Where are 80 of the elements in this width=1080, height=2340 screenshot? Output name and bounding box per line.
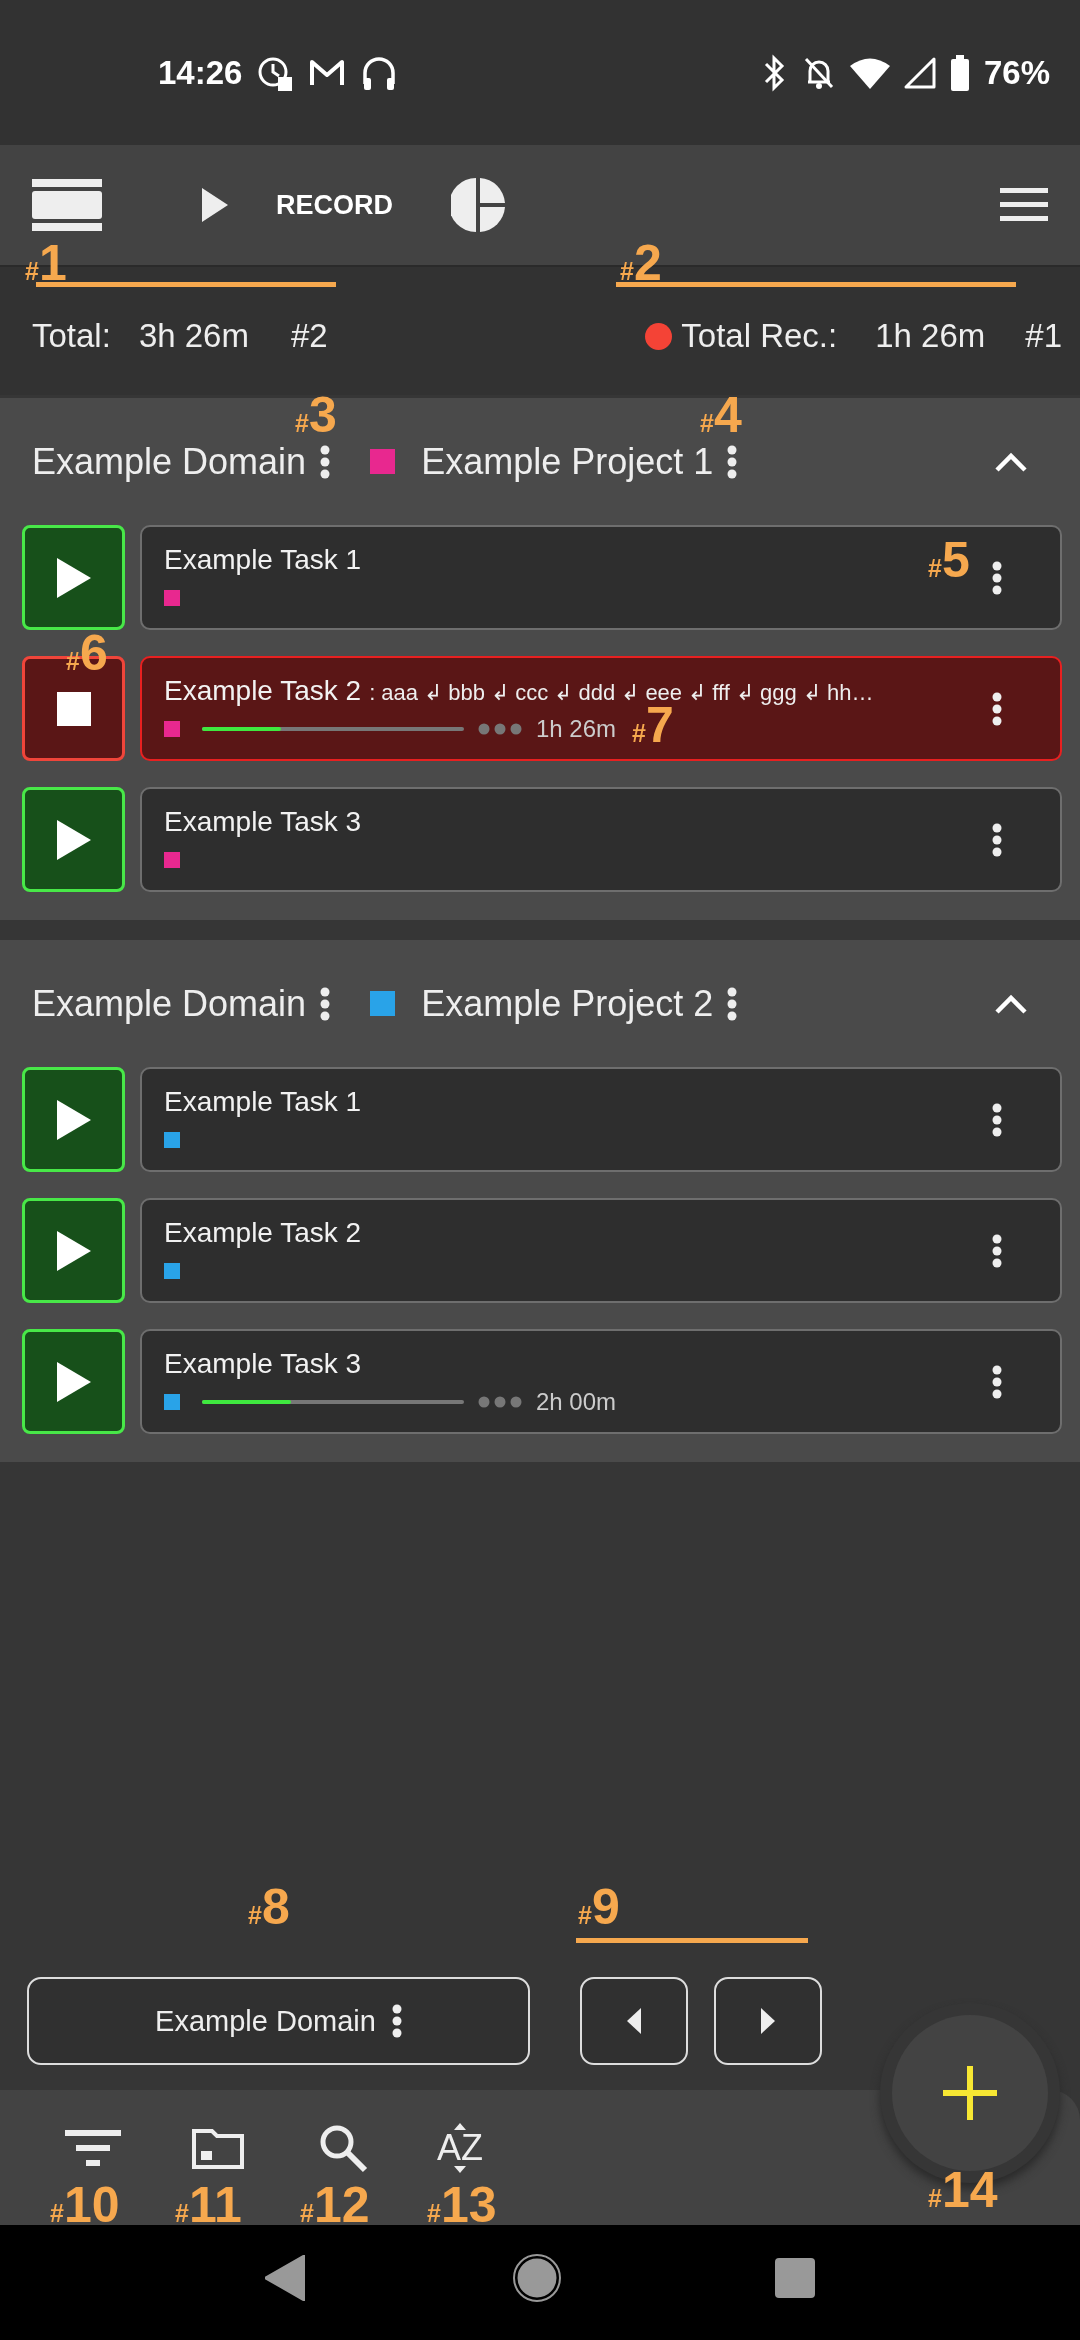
sort-button[interactable]: AZ: [437, 2122, 483, 2173]
more-icon[interactable]: [320, 444, 331, 479]
play-button[interactable]: [22, 1067, 125, 1172]
domain-name: Example Domain: [32, 982, 307, 1025]
total-label: Total:: [32, 317, 111, 355]
more-icon[interactable]: [727, 986, 738, 1021]
annotation-label: #9: [578, 1882, 620, 1932]
project-name: Example Project 2: [421, 982, 714, 1025]
more-icon[interactable]: [992, 1364, 1002, 1399]
more-icon[interactable]: [992, 560, 1002, 595]
more-icon: [391, 2004, 402, 2038]
more-icon[interactable]: [992, 1233, 1002, 1268]
annotation-label: #14: [928, 2165, 998, 2215]
play-button[interactable]: [22, 525, 125, 630]
battery-percentage: 76%: [983, 53, 1050, 92]
play-icon: [56, 1361, 91, 1402]
play-icon: [56, 819, 91, 860]
task-title: Example Task 3: [164, 1347, 362, 1380]
next-button[interactable]: [714, 1977, 822, 2065]
clock-time: 14:26: [158, 53, 243, 92]
filter-icon[interactable]: [64, 2127, 121, 2168]
task-title: Example Task 2: [164, 1216, 362, 1249]
play-icon: [56, 1099, 91, 1140]
total-count: #2: [290, 317, 328, 355]
annotation-label: #5: [928, 535, 970, 585]
more-icon[interactable]: [727, 444, 738, 479]
annotation-label: #3: [295, 390, 337, 440]
annotation-label: #12: [300, 2180, 370, 2230]
more-icon[interactable]: [992, 691, 1002, 726]
more-icon[interactable]: [992, 822, 1002, 857]
home-icon[interactable]: [513, 2253, 561, 2302]
previous-button[interactable]: [580, 1977, 688, 2065]
more-icon[interactable]: [992, 1102, 1002, 1137]
chevron-up-icon[interactable]: [994, 992, 1028, 1015]
menu-icon[interactable]: [1000, 188, 1048, 222]
annotation-label: #8: [248, 1882, 290, 1932]
wifi-icon: [849, 56, 890, 89]
recording-value: 1h 26m: [875, 317, 986, 355]
project-name: Example Project 1: [421, 440, 714, 483]
caret-right-icon: [761, 2008, 775, 2034]
pie-chart-icon[interactable]: [451, 178, 505, 232]
more-icon[interactable]: [320, 986, 331, 1021]
caret-down-icon: [454, 2165, 466, 2173]
caret-left-icon: [627, 2008, 641, 2034]
play-icon: [202, 188, 228, 222]
task-title: Example Task 1: [164, 543, 362, 576]
total-value: 3h 26m: [138, 317, 249, 355]
annotation-label: #11: [175, 2180, 242, 2230]
task-duration: 2h 00m: [536, 1387, 617, 1416]
mail-icon: [308, 57, 347, 88]
list-icon[interactable]: [32, 179, 102, 231]
play-button[interactable]: [22, 1329, 125, 1434]
recording-label: Total Rec.:: [681, 317, 838, 355]
annotation-label: #1: [25, 238, 67, 288]
task-title: Example Task 1: [164, 1085, 362, 1118]
annotation-label: #10: [50, 2180, 120, 2230]
play-icon: [56, 1230, 91, 1271]
battery-icon: [949, 54, 970, 91]
record-button[interactable]: RECORD: [202, 180, 393, 230]
domain-name: Example Domain: [32, 440, 307, 483]
recording-count: #1: [1025, 317, 1062, 355]
recording-dot: [645, 322, 673, 350]
annotation-label: #4: [700, 390, 742, 440]
task-title: Example Task 3: [164, 805, 362, 838]
back-icon[interactable]: [264, 2254, 305, 2301]
domain-button[interactable]: Example Domain: [27, 1977, 530, 2065]
dots-icon: [478, 1395, 522, 1408]
play-icon: [56, 557, 91, 598]
chevron-up-icon[interactable]: [994, 450, 1028, 473]
annotation-label: #13: [427, 2180, 497, 2230]
stop-icon: [56, 691, 91, 726]
recents-icon[interactable]: [775, 2257, 816, 2298]
task-duration: 1h 26m: [536, 714, 617, 743]
play-button[interactable]: [22, 1198, 125, 1303]
caret-up-icon: [454, 2122, 466, 2130]
play-button[interactable]: [22, 787, 125, 892]
signal-icon: [903, 56, 936, 89]
plus-icon: [943, 2066, 997, 2120]
dots-icon: [478, 722, 522, 735]
annotation-label: #2: [620, 238, 662, 288]
